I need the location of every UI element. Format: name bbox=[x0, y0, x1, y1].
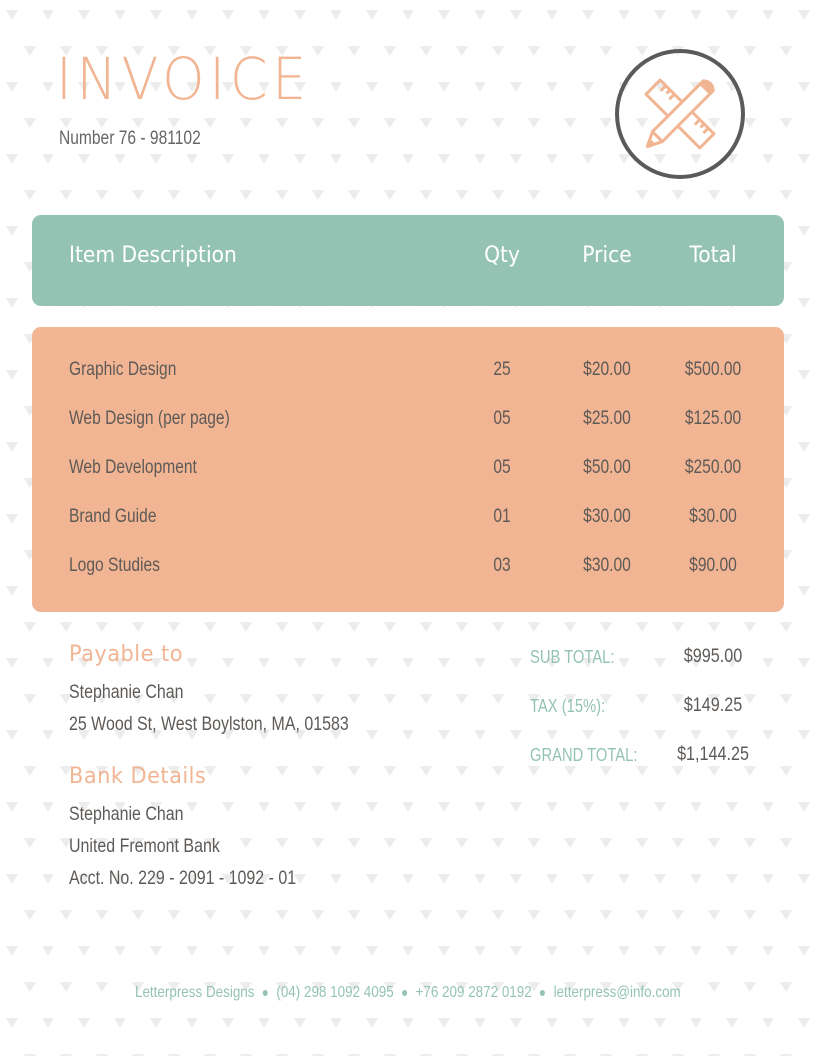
payable-name: Stephanie Chan bbox=[69, 682, 184, 703]
header-total: Total bbox=[689, 243, 737, 268]
item-price: $25.00 bbox=[583, 408, 631, 429]
table-row: Web Design (per page) 05 $25.00 $125.00 bbox=[32, 408, 784, 438]
tax-label: TAX (15%): bbox=[530, 696, 606, 716]
item-price: $50.00 bbox=[583, 457, 631, 478]
bank-heading: Bank Details bbox=[69, 764, 207, 789]
table-body: Graphic Design 25 $20.00 $500.00 Web Des… bbox=[32, 327, 784, 612]
table-row: Graphic Design 25 $20.00 $500.00 bbox=[32, 359, 784, 389]
payable-address: 25 Wood St, West Boylston, MA, 01583 bbox=[69, 714, 349, 735]
grand-total-label: GRAND TOTAL: bbox=[530, 745, 638, 765]
grand-total-value: $1,144.25 bbox=[677, 744, 749, 765]
header-description: Item Description bbox=[69, 243, 237, 268]
bullet-separator bbox=[402, 989, 408, 996]
item-description: Logo Studies bbox=[69, 555, 160, 576]
header-qty: Qty bbox=[484, 243, 520, 268]
table-row: Brand Guide 01 $30.00 $30.00 bbox=[32, 506, 784, 536]
bank-account-number: Acct. No. 229 - 2091 - 1092 - 01 bbox=[69, 868, 297, 889]
item-qty: 03 bbox=[493, 555, 511, 576]
item-price: $30.00 bbox=[583, 555, 631, 576]
bank-account-name: Stephanie Chan bbox=[69, 804, 184, 825]
bullet-separator bbox=[263, 989, 269, 996]
table-row: Logo Studies 03 $30.00 $90.00 bbox=[32, 555, 784, 585]
footer-phone-2: +76 209 2872 0192 bbox=[415, 984, 532, 1001]
item-qty: 01 bbox=[493, 506, 511, 527]
item-price: $30.00 bbox=[583, 506, 631, 527]
item-total: $125.00 bbox=[684, 408, 742, 429]
item-description: Web Development bbox=[69, 457, 197, 478]
item-description: Web Design (per page) bbox=[69, 408, 230, 429]
item-total: $30.00 bbox=[689, 506, 737, 527]
footer-company: Letterpress Designs bbox=[135, 984, 255, 1001]
item-qty: 05 bbox=[493, 408, 511, 429]
bullet-separator bbox=[540, 989, 546, 996]
invoice-title: INVOICE bbox=[56, 45, 311, 113]
table-row: Web Development 05 $50.00 $250.00 bbox=[32, 457, 784, 487]
item-qty: 25 bbox=[493, 359, 511, 380]
subtotal-label: SUB TOTAL: bbox=[530, 647, 615, 667]
item-qty: 05 bbox=[493, 457, 511, 478]
footer-phone-1: (04) 298 1092 4095 bbox=[276, 984, 394, 1001]
table-header: Item Description Qty Price Total bbox=[32, 215, 784, 306]
item-price: $20.00 bbox=[583, 359, 631, 380]
item-description: Graphic Design bbox=[69, 359, 177, 380]
item-total: $500.00 bbox=[684, 359, 742, 380]
subtotal-value: $995.00 bbox=[683, 646, 743, 667]
item-description: Brand Guide bbox=[69, 506, 157, 527]
pencil-ruler-icon bbox=[615, 49, 745, 179]
tax-value: $149.25 bbox=[683, 695, 743, 716]
invoice-number: Number 76 - 981102 bbox=[59, 128, 201, 149]
bank-name: United Fremont Bank bbox=[69, 836, 220, 857]
footer: Letterpress Designs (04) 298 1092 4095 +76… bbox=[0, 984, 816, 1002]
header-price: Price bbox=[582, 243, 632, 268]
item-total: $90.00 bbox=[689, 555, 737, 576]
payable-heading: Payable to bbox=[69, 642, 183, 667]
item-total: $250.00 bbox=[684, 457, 742, 478]
footer-email[interactable]: letterpress@info.com bbox=[554, 984, 681, 1001]
